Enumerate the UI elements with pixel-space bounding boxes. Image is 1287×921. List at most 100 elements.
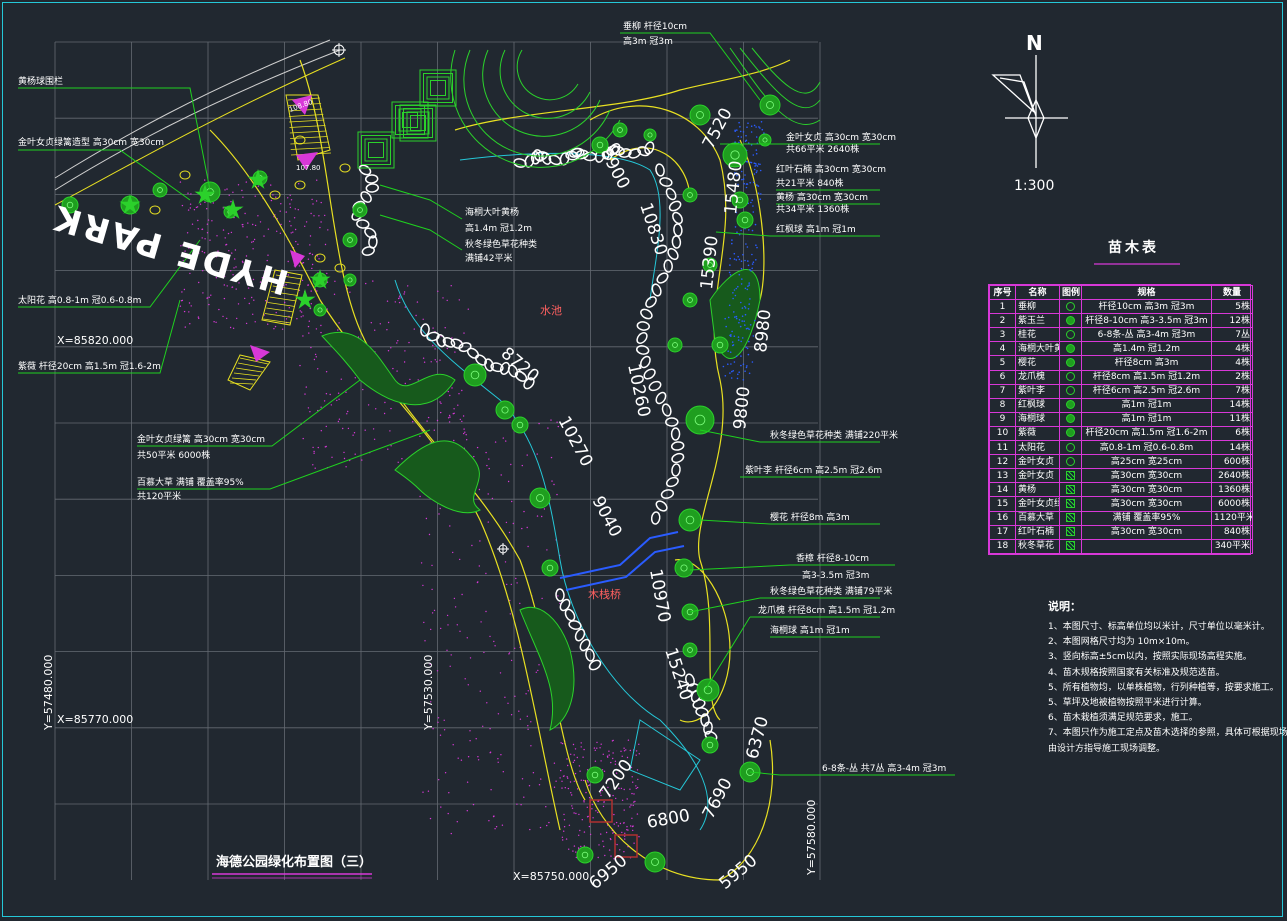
groundcover-dot: [338, 418, 341, 420]
groundcover-dot: [610, 761, 612, 764]
shrub-dot: [744, 287, 747, 290]
groundcover-dot: [374, 329, 376, 331]
groundcover-dot: [505, 521, 508, 524]
groundcover-dot: [310, 303, 312, 305]
header-qty: 数量: [1211, 284, 1253, 301]
table-row: 18 秋冬草花 340平米: [989, 538, 1253, 554]
groundcover-dot: [428, 533, 431, 536]
groundcover-dot: [447, 624, 449, 626]
shrub-dot: [751, 263, 754, 265]
groundcover-dot: [379, 323, 381, 325]
cell-symbol: [1059, 440, 1082, 456]
groundcover-dot: [514, 647, 516, 649]
tree-canopy: [674, 558, 694, 578]
shrub-dot: [748, 372, 751, 375]
shrub-dot: [735, 355, 738, 358]
shrub-dot: [753, 162, 756, 164]
cell-name: 秋冬草花: [1015, 538, 1060, 554]
cell-symbol: [1059, 468, 1082, 484]
shrub-dot: [727, 363, 729, 366]
cell-spec: 杆径8-10cm 高3-3.5m 冠3m: [1081, 313, 1212, 329]
groundcover-dot: [337, 329, 339, 331]
table-row: 15金叶女贞绿篱 高30cm 宽30cm6000株: [989, 496, 1253, 512]
groundcover-dot: [553, 786, 556, 788]
plant-symbol-icon: [1066, 329, 1075, 339]
groundcover-dot: [273, 328, 275, 330]
groundcover-dot: [232, 191, 234, 193]
shrub-dot: [749, 324, 752, 326]
groundcover-dot: [453, 408, 455, 410]
shrub-dot: [746, 161, 749, 163]
shrub-dot: [734, 226, 737, 228]
groundcover-dot: [505, 440, 507, 442]
groundcover-dot: [629, 788, 631, 790]
callout-right: 秋冬绿色草花种类 满铺220平米: [770, 429, 898, 441]
step-hatch-lines: [229, 97, 332, 385]
groundcover-dot: [183, 288, 186, 291]
tree-canopy: [612, 122, 628, 138]
groundcover-dot: [323, 400, 326, 402]
cell-symbol: [1059, 313, 1082, 329]
tree-canopy: [682, 642, 698, 658]
groundcover-dot: [600, 760, 602, 762]
shrub-dot: [737, 336, 740, 338]
tree-canopy: [711, 336, 729, 354]
cell-spec: 高1m 冠1m: [1081, 397, 1212, 413]
groundcover-dot: [556, 493, 558, 496]
groundcover-dot: [573, 780, 575, 782]
groundcover-dot: [383, 412, 386, 415]
groundcover-dot: [257, 185, 259, 187]
cell-symbol: [1059, 341, 1082, 357]
shrub-dot: [748, 229, 750, 231]
shrub-dot: [751, 229, 754, 232]
groundcover-dot: [401, 458, 403, 460]
groundcover-dot: [543, 508, 546, 510]
shrub-dot: [740, 355, 742, 357]
groundcover-dot: [488, 458, 490, 460]
groundcover-dot: [629, 806, 631, 808]
table-row: 9 海桐球 高1m 冠1m 11株: [989, 411, 1253, 427]
groundcover-dot: [253, 299, 255, 301]
groundcover-dot: [631, 817, 633, 819]
groundcover-dot: [187, 209, 190, 211]
groundcover-dot: [591, 808, 593, 810]
groundcover-dot: [440, 806, 442, 808]
groundcover-dot: [310, 346, 312, 349]
groundcover-dot: [227, 232, 230, 235]
stepping-stone: [655, 391, 667, 405]
shrub-dot: [732, 370, 734, 372]
groundcover-dot: [510, 659, 513, 662]
groundcover-dot: [516, 803, 518, 805]
tree-symbol: [678, 508, 702, 532]
cell-symbol: [1059, 425, 1082, 442]
shrub-dot: [729, 351, 732, 354]
shrub-dot: [743, 305, 746, 308]
groundcover-dot: [550, 419, 552, 421]
groundcover-dot: [298, 183, 300, 185]
groundcover-dot: [525, 693, 527, 695]
cell-qty: 340平米: [1211, 538, 1253, 554]
groundcover-dot: [181, 204, 184, 207]
groundcover-dot: [429, 817, 432, 820]
groundcover-dot: [206, 297, 209, 299]
groundcover-dot: [616, 843, 618, 846]
groundcover-dot: [489, 728, 491, 730]
shrub-dot: [741, 337, 744, 339]
cell-no: 2: [989, 313, 1016, 329]
terrace-square: [361, 135, 391, 165]
groundcover-dot: [431, 564, 433, 567]
groundcover-dot: [318, 215, 320, 217]
groundcover-dot: [347, 410, 349, 413]
groundcover-dot: [403, 291, 406, 293]
groundcover-dot: [307, 284, 309, 286]
groundcover-dot: [390, 407, 392, 410]
tree-canopy: [541, 559, 559, 577]
groundcover-dot: [318, 258, 320, 260]
groundcover-dot: [512, 522, 514, 525]
cell-qty: 2640株: [1211, 468, 1253, 484]
note-line: 7、本图只作为施工定点及苗木选择的参照，具体可根据现场，: [1048, 728, 1287, 739]
cell-no: 1: [989, 299, 1016, 315]
groundcover-dot: [252, 223, 254, 226]
groundcover-dot: [394, 301, 396, 303]
north-arrow: [991, 55, 1068, 168]
